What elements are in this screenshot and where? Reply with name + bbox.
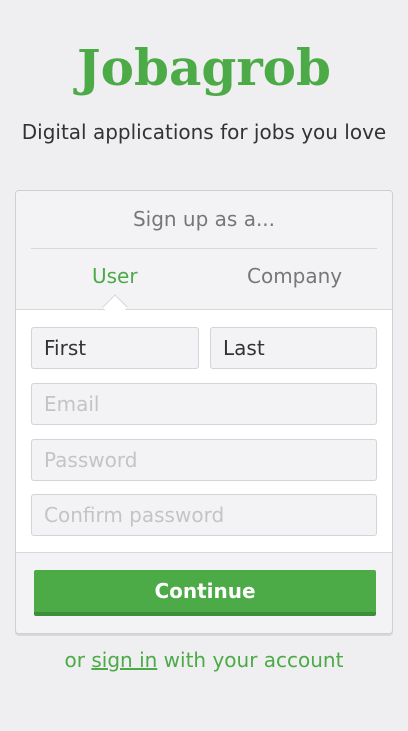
sign-in-prefix: or [64,648,92,672]
first-name-field[interactable] [31,327,199,369]
app-logo: Jobagrob [77,38,331,97]
tab-user[interactable]: User [92,264,138,288]
sign-in-prompt: or sign in with your account [0,648,408,672]
tab-company[interactable]: Company [247,264,342,288]
tagline: Digital applications for jobs you love [21,120,387,144]
confirm-password-field[interactable] [31,494,377,536]
email-field[interactable] [31,383,377,425]
last-name-field[interactable] [210,327,377,369]
sign-in-suffix: with your account [157,648,344,672]
continue-button[interactable]: Continue [34,570,376,616]
sign-in-link[interactable]: sign in [91,648,157,672]
password-field[interactable] [31,439,377,481]
signup-title: Sign up as a... [132,207,276,231]
signup-footer: Continue [16,552,392,633]
signup-card: Sign up as a... User Company Continue [15,190,393,634]
header-divider [31,248,377,249]
signup-header: Sign up as a... User Company [16,191,392,310]
